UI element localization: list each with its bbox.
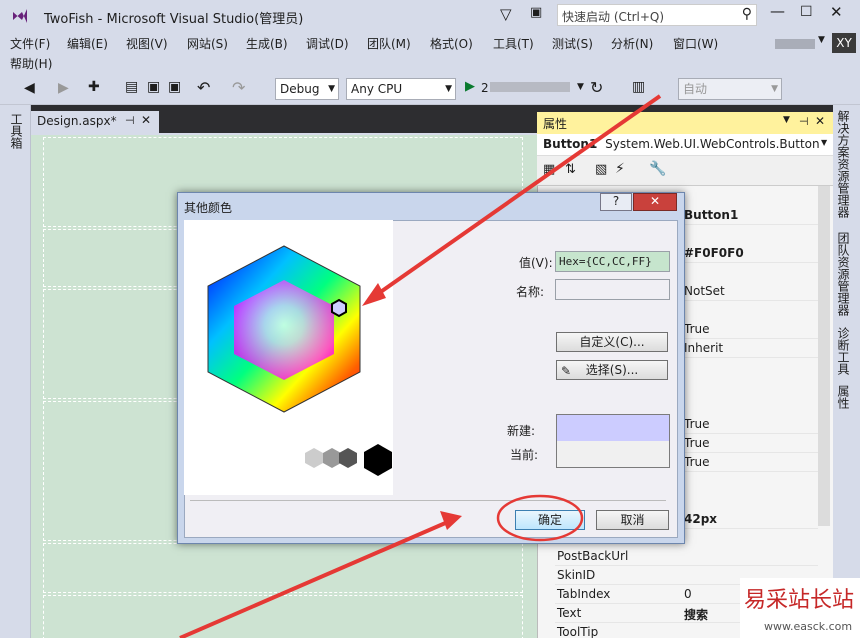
arrowhead-icon xyxy=(440,511,462,530)
annotation-arrow xyxy=(179,519,451,638)
arrowhead-icon xyxy=(362,283,386,306)
watermark-url: www.easck.com xyxy=(764,620,853,633)
annotation-overlay xyxy=(179,94,662,638)
watermark-text: 易采站长站 xyxy=(744,588,855,613)
annotation-circle xyxy=(496,494,584,542)
annotation-arrow xyxy=(370,94,662,300)
watermark: 易采站长站 www.easck.com xyxy=(740,578,860,638)
